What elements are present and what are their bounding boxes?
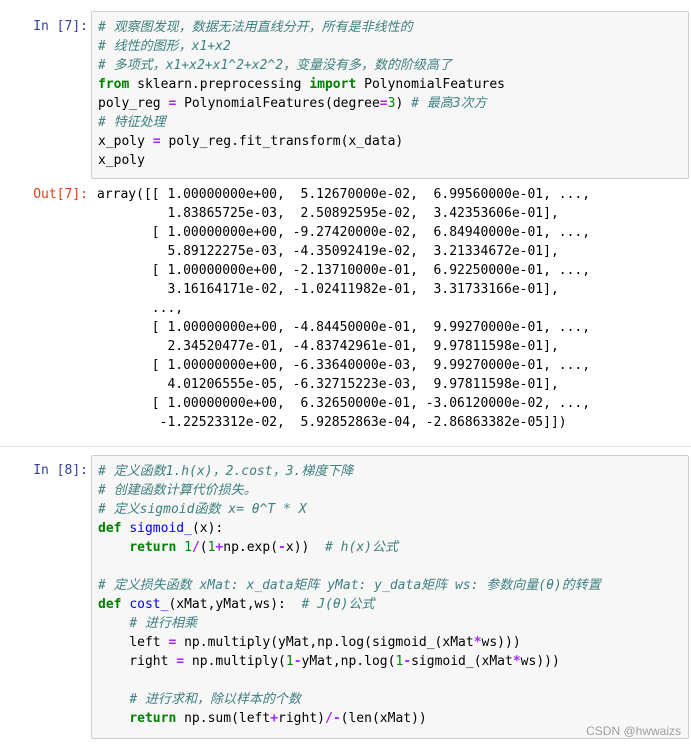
code-token: / xyxy=(191,540,200,555)
code-line: # 创建函数计算代价损失。 xyxy=(98,481,682,500)
watermark: CSDN @hwwaizs xyxy=(586,724,681,738)
code-token: * xyxy=(512,654,521,669)
code-token: # 特征处理 xyxy=(98,115,166,130)
output-text: array([[ 1.00000000e+00, 5.12670000e-02,… xyxy=(97,187,591,430)
code-line: # 多项式，x1+x2+x1^2+x2^2，变量没有多，数的阶级高了 xyxy=(98,56,682,75)
code-token: # 多项式，x1+x2+x1^2+x2^2，变量没有多，数的阶级高了 xyxy=(98,58,453,73)
code-token: # 定义sigmoid函数 x= θ^T * X xyxy=(98,502,307,517)
code-token: # 创建函数计算代价损失。 xyxy=(98,483,257,498)
cell-separator xyxy=(0,446,691,447)
code-token: 1 xyxy=(285,654,294,669)
code-token: poly_reg.fit_transform(x_data) xyxy=(160,134,404,149)
code-token: ( xyxy=(199,540,208,555)
code-line: # 进行相乘 xyxy=(98,614,682,633)
code-line: # 定义sigmoid函数 x= θ^T * X xyxy=(98,500,682,519)
code-line: return 1/(1+np.exp(-x)) # h(x)公式 xyxy=(98,538,682,557)
code-token: (xMat,yMat,ws): xyxy=(168,597,302,612)
code-token: np.exp( xyxy=(223,540,279,555)
code-line: left = np.multiply(yMat,np.log(sigmoid_(… xyxy=(98,633,682,652)
output-cell-7: Out[7]: array([[ 1.00000000e+00, 5.12670… xyxy=(0,184,691,434)
code-token: ws))) xyxy=(481,635,521,650)
code-token: /- xyxy=(325,711,341,726)
code-line: x_poly = poly_reg.fit_transform(x_data) xyxy=(98,132,682,151)
code-token: (len(xMat)) xyxy=(340,711,427,726)
code-line: # 进行求和，除以样本的个数 xyxy=(98,690,682,709)
code-token: # 定义函数1.h(x)，2.cost，3.梯度下降 xyxy=(98,464,354,479)
output-prompt: Out[7]: xyxy=(33,187,88,202)
code-token: np.sum(left xyxy=(176,711,271,726)
code-input-area[interactable]: # 定义函数1.h(x)，2.cost，3.梯度下降 # 创建函数计算代价损失。 #… xyxy=(91,455,689,739)
code-line: # 线性的图形，x1+x2 xyxy=(98,37,682,56)
input-prompt: In [7]: xyxy=(33,19,88,34)
code-token: 1 xyxy=(184,540,192,555)
code-token: PolynomialFeatures(degree xyxy=(176,96,380,111)
code-line: x_poly xyxy=(98,151,682,170)
code-line: right = np.multiply(1-yMat,np.log(1-sigm… xyxy=(98,652,682,671)
code-token: PolynomialFeatures xyxy=(356,77,506,92)
code-token: - xyxy=(278,540,286,555)
code-token: # h(x)公式 xyxy=(325,540,398,555)
code-token: x_poly xyxy=(98,134,153,149)
code-line: def cost_(xMat,yMat,ws): # J(θ)公式 xyxy=(98,595,682,614)
code-token: - xyxy=(293,654,302,669)
code-token: # 观察图发现，数据无法用直线分开，所有是非线性的 xyxy=(98,20,413,35)
code-token: x_poly xyxy=(98,153,145,168)
code-token: def xyxy=(98,521,122,536)
code-input-area[interactable]: # 观察图发现，数据无法用直线分开，所有是非线性的 # 线性的图形，x1+x2 # … xyxy=(91,11,689,179)
code-token: x)) xyxy=(285,540,326,555)
code-token: np.multiply( xyxy=(184,654,286,669)
output-area: array([[ 1.00000000e+00, 5.12670000e-02,… xyxy=(97,185,689,432)
code-token: + xyxy=(270,711,279,726)
code-token: left xyxy=(98,635,169,650)
code-token: sigmoid_ xyxy=(129,521,192,536)
code-editor[interactable]: # 定义函数1.h(x)，2.cost，3.梯度下降 # 创建函数计算代价损失。 #… xyxy=(98,462,682,728)
code-token: # 进行求和，除以样本的个数 xyxy=(129,692,301,707)
code-token: right) xyxy=(278,711,325,726)
code-line: def sigmoid_(x): xyxy=(98,519,682,538)
code-line: # 特征处理 xyxy=(98,113,682,132)
code-token: (x): xyxy=(191,521,224,536)
code-token: # 最高3次方 xyxy=(411,96,487,111)
code-line: # 定义损失函数 xMat: x_data矩阵 yMat: y_data矩阵 w… xyxy=(98,576,682,595)
code-token: sigmoid_(xMat xyxy=(411,654,513,669)
code-token: # 线性的图形，x1+x2 xyxy=(98,39,231,54)
code-line: # 定义函数1.h(x)，2.cost，3.梯度下降 xyxy=(98,462,682,481)
code-token: # J(θ)公式 xyxy=(301,597,375,612)
code-token: # 定义损失函数 xMat: x_data矩阵 yMat: y_data矩阵 w… xyxy=(98,578,601,593)
code-token: np.multiply(yMat,np.log(sigmoid_(xMat xyxy=(176,635,474,650)
code-editor[interactable]: # 观察图发现，数据无法用直线分开，所有是非线性的 # 线性的图形，x1+x2 # … xyxy=(98,18,682,170)
code-token: def xyxy=(98,597,122,612)
code-token: = xyxy=(176,654,185,669)
code-line: # 观察图发现，数据无法用直线分开，所有是非线性的 xyxy=(98,18,682,37)
code-token: ws))) xyxy=(520,654,560,669)
code-token: import xyxy=(309,77,357,92)
code-token: yMat,np.log( xyxy=(301,654,396,669)
input-prompt: In [8]: xyxy=(33,463,88,478)
code-token: sklearn.preprocessing xyxy=(129,77,310,92)
code-cell-7[interactable]: In [7]: # 观察图发现，数据无法用直线分开，所有是非线性的 # 线性的图形… xyxy=(0,8,691,179)
code-token: cost_ xyxy=(129,597,169,612)
code-token: * xyxy=(473,635,482,650)
code-token: poly_reg xyxy=(98,96,169,111)
code-token: right xyxy=(98,654,177,669)
code-token: from xyxy=(98,77,130,92)
code-token: return xyxy=(129,711,177,726)
code-token: - xyxy=(403,654,412,669)
code-line: poly_reg = PolynomialFeatures(degree=3) … xyxy=(98,94,682,113)
code-token: return xyxy=(129,540,177,555)
code-cell-8[interactable]: In [8]: # 定义函数1.h(x)，2.cost，3.梯度下降 # 创建函数… xyxy=(0,452,691,740)
code-line: from sklearn.preprocessing import Polyno… xyxy=(98,75,682,94)
code-token: ) xyxy=(395,96,412,111)
code-token: # 进行相乘 xyxy=(129,616,197,631)
code-token: = xyxy=(152,134,161,149)
code-token: = xyxy=(379,96,388,111)
